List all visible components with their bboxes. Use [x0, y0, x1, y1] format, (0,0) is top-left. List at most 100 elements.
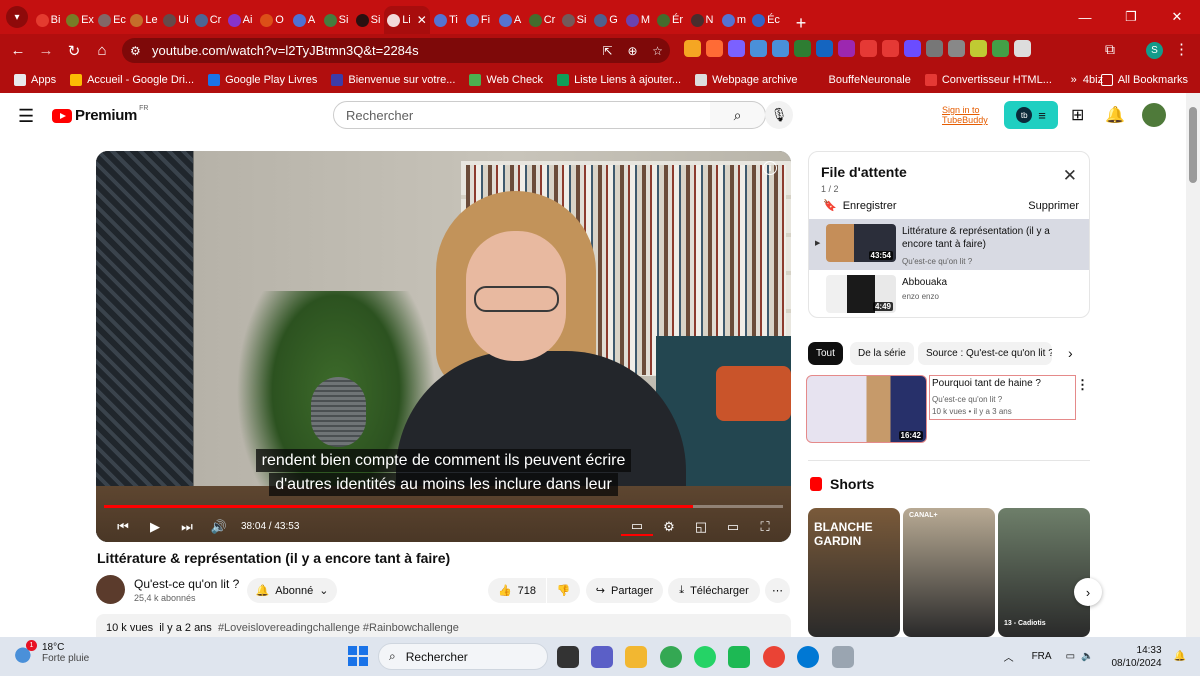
chips-next-icon[interactable]: ›: [1068, 345, 1073, 361]
short-card[interactable]: CANAL+: [903, 508, 995, 637]
subtitles-icon[interactable]: ▭: [621, 518, 653, 536]
tab[interactable]: Cr: [526, 6, 558, 34]
hashtags[interactable]: #Loveislovereadingchallenge #Rainbowchal…: [218, 622, 459, 634]
tab[interactable]: G: [590, 6, 622, 34]
tubebuddy-menu-button[interactable]: tb ≡: [1004, 101, 1058, 129]
minimize-icon[interactable]: —: [1062, 0, 1108, 34]
create-video-icon[interactable]: ⊞: [1071, 105, 1084, 125]
fullscreen-icon[interactable]: ⛶: [749, 519, 781, 535]
video-player[interactable]: i rendent bien compte de comment ils peu…: [96, 151, 791, 542]
back-icon[interactable]: ←: [4, 42, 32, 59]
more-actions-button[interactable]: ⋯: [765, 578, 790, 603]
short-card[interactable]: BLANCHE GARDIN: [808, 508, 900, 637]
more-bookmarks-icon[interactable]: »: [1071, 74, 1077, 86]
zoom-icon[interactable]: ⊕: [620, 44, 645, 58]
page-scrollbar[interactable]: [1186, 93, 1200, 637]
download-button[interactable]: ⤓ Télécharger: [668, 578, 760, 603]
extension-icon[interactable]: [772, 40, 789, 57]
windows-start-icon[interactable]: [348, 646, 368, 666]
chip-source[interactable]: Source : Qu'est-ce qu'on lit ?: [918, 342, 1052, 365]
extension-icon[interactable]: [882, 40, 899, 57]
share-button[interactable]: ↪ Partager: [586, 578, 663, 603]
language-indicator[interactable]: FRA: [1032, 651, 1052, 662]
site-info-icon[interactable]: ⚙: [130, 44, 150, 58]
save-queue-button[interactable]: 🔖 Enregistrer: [823, 199, 897, 213]
taskbar-search[interactable]: ⌕ Rechercher: [378, 643, 548, 670]
extension-icon[interactable]: [860, 40, 877, 57]
extension-icon[interactable]: [1014, 40, 1031, 57]
weather-widget[interactable]: 1 18°C Forte pluie: [14, 640, 89, 664]
network-icon[interactable]: ▭: [1066, 651, 1075, 662]
snipping-tool-icon[interactable]: [832, 646, 854, 668]
short-card[interactable]: 13 - Cadiotis: [998, 508, 1090, 637]
queue-item[interactable]: ▶ 43:54 Littérature & représentation (il…: [809, 219, 1089, 270]
bookmark-item[interactable]: Bienvenue sur votre...: [331, 74, 455, 86]
recommended-video[interactable]: 16:42 Pourquoi tant de haine ? Qu'est-ce…: [806, 375, 1076, 443]
bookmark-item[interactable]: Webpage archive: [695, 74, 797, 86]
search-button[interactable]: ⌕: [710, 101, 766, 129]
restore-icon[interactable]: ❐: [1108, 0, 1154, 34]
tab[interactable]: Cr: [192, 6, 224, 34]
tab-search-button[interactable]: ▾: [6, 6, 28, 28]
tab-active[interactable]: Li ✕: [384, 6, 430, 34]
guide-menu-icon[interactable]: ☰: [18, 106, 34, 127]
info-card-icon[interactable]: i: [763, 161, 777, 175]
extension-icon[interactable]: [970, 40, 987, 57]
bookmark-item[interactable]: Apps: [14, 74, 56, 86]
voice-search-button[interactable]: 🎙: [765, 101, 793, 129]
tab[interactable]: Bi: [32, 6, 64, 34]
open-in-app-icon[interactable]: ⇱: [595, 44, 620, 58]
delete-queue-button[interactable]: Supprimer: [1028, 200, 1079, 212]
reload-icon[interactable]: ↻: [60, 42, 88, 60]
k-app-icon[interactable]: [728, 646, 750, 668]
extension-icon[interactable]: [706, 40, 723, 57]
settings-gear-icon[interactable]: ⚙: [653, 519, 685, 535]
extension-icon[interactable]: [750, 40, 767, 57]
whatsapp-icon[interactable]: [694, 646, 716, 668]
browser-menu-icon[interactable]: ⋮: [1174, 40, 1189, 58]
extensions-puzzle-icon[interactable]: ⧉: [1105, 41, 1115, 58]
url-text[interactable]: youtube.com/watch?v=l2TyJBtmn3Q&t=2284s: [152, 43, 419, 58]
bookmark-item[interactable]: Accueil - Google Dri...: [70, 74, 194, 86]
tab[interactable]: Ai: [224, 6, 256, 34]
bookmark-item[interactable]: BouffeNeuronale: [811, 74, 911, 86]
tab[interactable]: Si: [352, 6, 384, 34]
file-explorer-icon[interactable]: [625, 646, 647, 668]
extension-icon[interactable]: [816, 40, 833, 57]
description-box[interactable]: 10 k vues il y a 2 ans #Loveislovereadin…: [96, 614, 791, 637]
extension-icon[interactable]: [684, 40, 701, 57]
skype-icon[interactable]: [797, 646, 819, 668]
subscribed-button[interactable]: 🔔 Abonné ⌄: [247, 578, 337, 603]
bookmark-star-icon[interactable]: ☆: [645, 44, 670, 58]
tab-close-icon[interactable]: ✕: [417, 13, 427, 27]
tab[interactable]: Ér: [654, 6, 686, 34]
tab[interactable]: Éc: [750, 6, 782, 34]
teams-icon[interactable]: [591, 646, 613, 668]
close-window-icon[interactable]: ✕: [1154, 0, 1200, 34]
bookmark-item[interactable]: Convertisseur HTML...: [924, 74, 1052, 86]
task-view-icon[interactable]: [557, 646, 579, 668]
forward-icon[interactable]: →: [32, 42, 60, 59]
tab[interactable]: A: [494, 6, 526, 34]
home-icon[interactable]: ⌂: [88, 42, 116, 59]
theater-mode-icon[interactable]: ▭: [717, 519, 749, 535]
queue-item[interactable]: 4:49 Abbouaka enzo enzo: [809, 270, 1089, 317]
like-button[interactable]: 👍 718: [488, 578, 546, 603]
clock[interactable]: 14:33 08/10/2024: [1111, 644, 1161, 670]
channel-avatar[interactable]: [96, 575, 125, 604]
chip-series[interactable]: De la série: [850, 342, 914, 365]
tab[interactable]: M: [622, 6, 654, 34]
notifications-bell-icon[interactable]: 🔔: [1105, 105, 1125, 125]
progress-bar[interactable]: [104, 505, 783, 508]
tab[interactable]: Fi: [462, 6, 494, 34]
extension-icon[interactable]: [794, 40, 811, 57]
shorts-next-icon[interactable]: ›: [1074, 578, 1102, 606]
previous-icon[interactable]: ⏮: [107, 519, 139, 535]
bookmark-item[interactable]: Google Play Livres: [208, 74, 317, 86]
next-icon[interactable]: ⏭: [171, 519, 203, 535]
tab[interactable]: O: [256, 6, 288, 34]
bookmark-item[interactable]: Web Check: [469, 74, 543, 86]
tab[interactable]: Si: [558, 6, 590, 34]
channel-name[interactable]: Qu'est-ce qu'on lit ?: [134, 577, 239, 591]
speaker-icon[interactable]: 🔈: [1081, 651, 1093, 662]
